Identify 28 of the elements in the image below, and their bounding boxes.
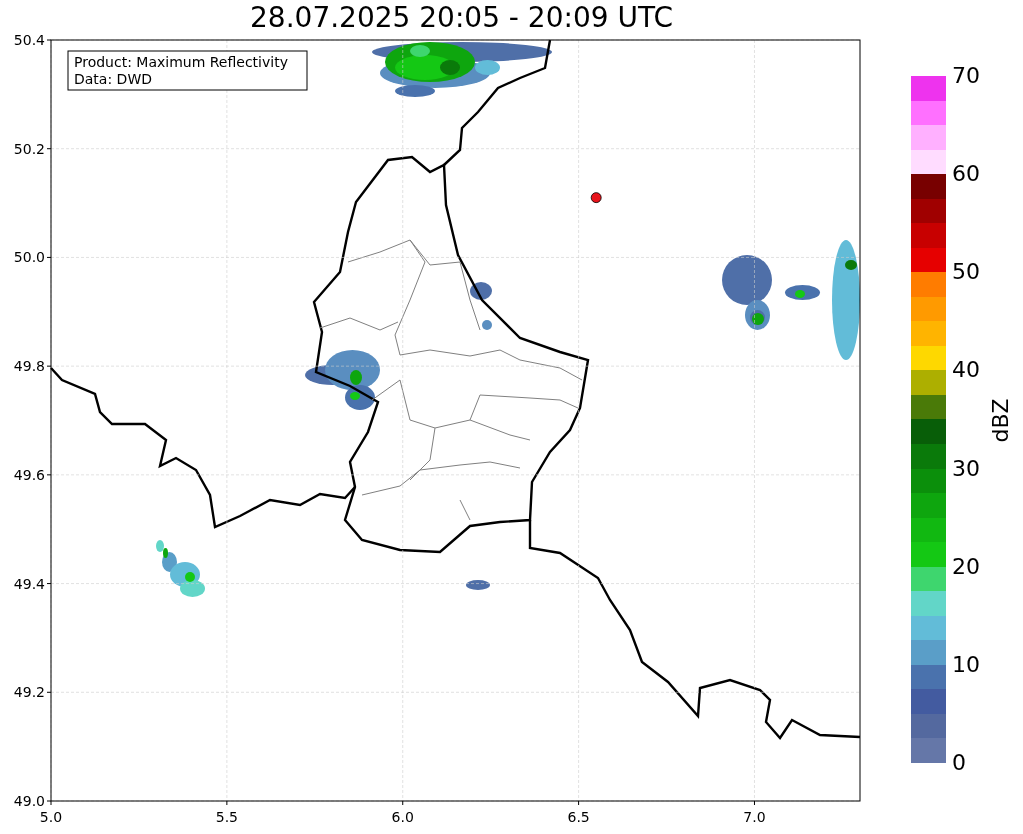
colorbar-tick-label: 50 [952,261,980,284]
annotation-text: Product: Maximum Reflectivity [74,54,288,70]
colorbar-tick-label: 10 [952,653,980,676]
colorbar-tick-label: 40 [952,359,980,382]
x-tick-label: 5.5 [215,809,238,825]
colorbar-tick-label: 20 [952,555,980,578]
radar-echo-drawing [470,282,492,330]
radar-echo-drawing [156,540,205,597]
colorbar-tick-label: 0 [952,752,967,774]
y-tick-label: 50.4 [13,35,45,48]
colorbar-tick-label: 70 [952,65,980,87]
x-tick-label: 7.0 [743,809,766,825]
y-tick-label: 49.8 [13,358,45,375]
radar-echo-drawing [466,580,490,590]
y-tick-label: 49.4 [13,575,45,592]
y-tick-label: 50.0 [13,249,45,266]
colorbar-unit-label: dBZ [987,397,1013,443]
x-tick-label: 6.5 [567,809,590,825]
y-tick-label: 50.2 [13,140,45,157]
x-tick-label: 5.0 [39,809,63,825]
y-tick-label: 49.2 [13,684,45,701]
colorbar-tick-label: 60 [952,163,980,186]
annotation-text: Data: DWD [74,71,152,87]
chart-title: 28.07.2025 20:05 - 20:09 UTC [250,1,673,34]
x-tick-label: 6.0 [391,809,414,825]
y-tick-label: 49.6 [13,466,45,483]
colorbar-tick-label: 30 [952,457,980,480]
y-tick-label: 49.0 [13,793,45,809]
